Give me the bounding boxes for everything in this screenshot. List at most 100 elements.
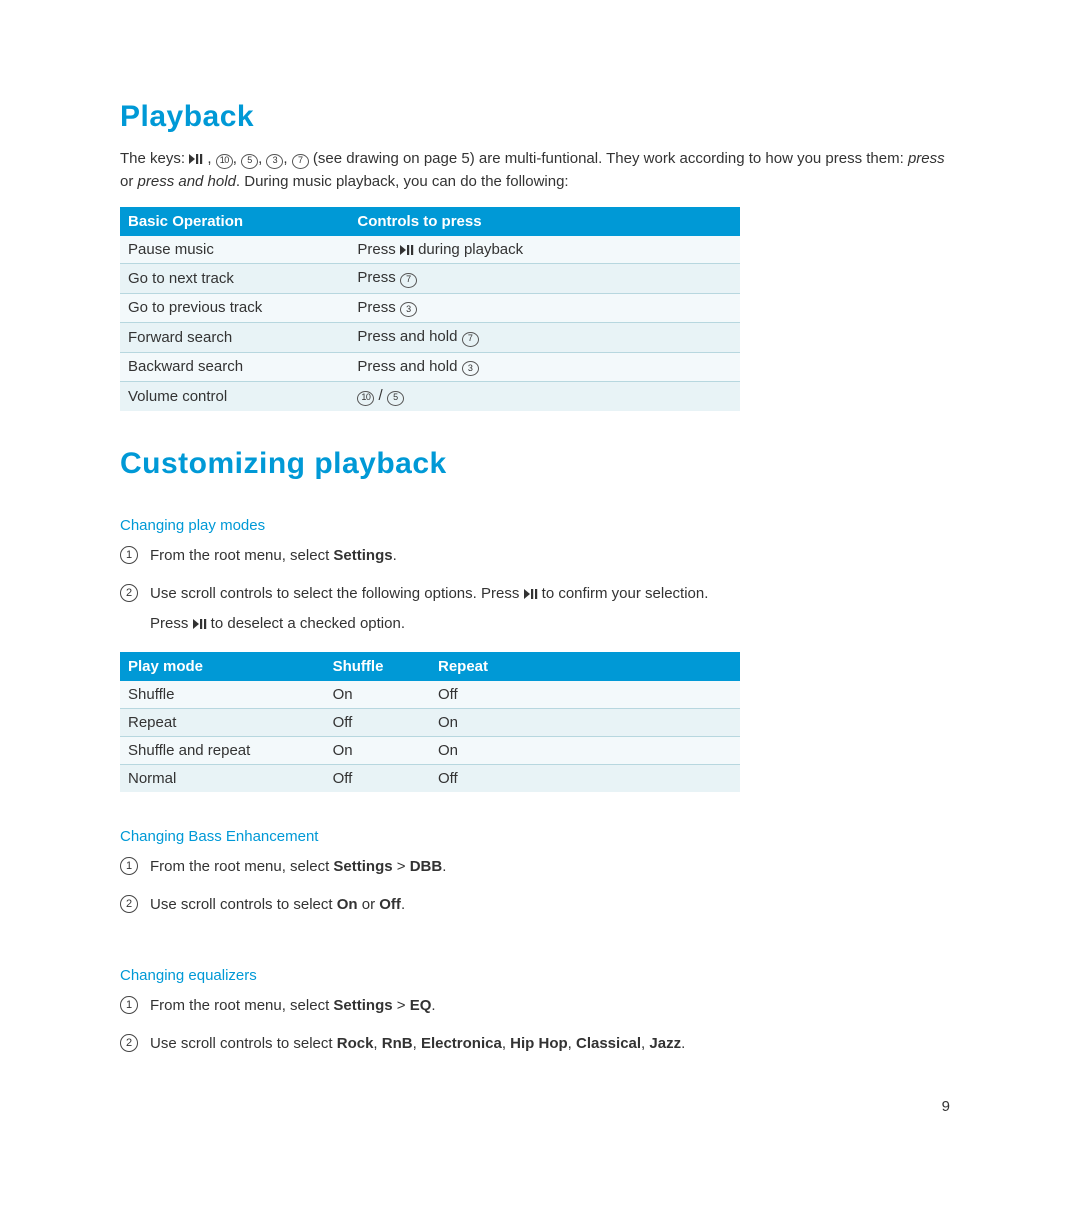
cell-controls: Press 7 bbox=[349, 264, 740, 294]
subheading-play-modes: Changing play modes bbox=[120, 517, 960, 534]
page-number: 9 bbox=[942, 1098, 950, 1115]
intro-text: . During music playback, you can do the … bbox=[236, 173, 569, 190]
cell-repeat: Off bbox=[430, 764, 740, 792]
step-item: From the root menu, select Settings > DB… bbox=[120, 855, 960, 893]
step-bold: On bbox=[337, 896, 358, 913]
step-bold: Off bbox=[379, 896, 401, 913]
steps-bass: From the root menu, select Settings > DB… bbox=[120, 855, 960, 931]
key-10-icon: 10 bbox=[357, 391, 374, 406]
key-3-icon: 3 bbox=[400, 302, 417, 317]
cell-mode: Normal bbox=[120, 764, 325, 792]
steps-eq: From the root menu, select Settings > EQ… bbox=[120, 994, 960, 1070]
manual-page: Playback The keys: , 10, 5, 3, 7 (see dr… bbox=[0, 0, 1080, 1205]
table-row: Forward searchPress and hold 7 bbox=[120, 323, 740, 353]
basic-operation-table: Basic Operation Controls to press Pause … bbox=[120, 207, 740, 411]
step-item: From the root menu, select Settings. bbox=[120, 544, 960, 582]
key-5-icon: 5 bbox=[387, 391, 404, 406]
play-mode-table: Play mode Shuffle Repeat ShuffleOnOffRep… bbox=[120, 652, 740, 792]
table-row: ShuffleOnOff bbox=[120, 681, 740, 709]
step-bold: EQ bbox=[410, 997, 432, 1014]
step-bold: Settings bbox=[333, 858, 392, 875]
key-7-icon: 7 bbox=[292, 154, 309, 169]
key-7-icon: 7 bbox=[462, 332, 479, 347]
step-bold: DBB bbox=[410, 858, 443, 875]
cell-controls: 10 / 5 bbox=[349, 382, 740, 411]
step-text: Use scroll controls to select the follow… bbox=[150, 585, 524, 602]
step-bold: Electronica bbox=[421, 1035, 502, 1052]
steps-play-modes: From the root menu, select Settings. Use… bbox=[120, 544, 960, 620]
intro-text: The keys: bbox=[120, 150, 189, 167]
cell-shuffle: Off bbox=[325, 764, 430, 792]
step-text: From the root menu, select bbox=[150, 997, 333, 1014]
cell-controls: Press and hold 3 bbox=[349, 352, 740, 382]
intro-paragraph: The keys: , 10, 5, 3, 7 (see drawing on … bbox=[120, 148, 960, 193]
cell-mode: Shuffle bbox=[120, 681, 325, 709]
step-text: Use scroll controls to select bbox=[150, 896, 337, 913]
key-3-icon: 3 bbox=[266, 154, 283, 169]
step-bold: Rock bbox=[337, 1035, 374, 1052]
play-pause-icon bbox=[524, 585, 538, 602]
play-pause-icon bbox=[400, 241, 414, 258]
table-header: Shuffle bbox=[325, 652, 430, 681]
step-text: . bbox=[393, 547, 397, 564]
table-row: NormalOffOff bbox=[120, 764, 740, 792]
cell-repeat: On bbox=[430, 708, 740, 736]
step-text: . bbox=[431, 997, 435, 1014]
subheading-bass: Changing Bass Enhancement bbox=[120, 828, 960, 845]
cell-controls: Press 3 bbox=[349, 293, 740, 323]
intro-italic: press and hold bbox=[138, 173, 236, 190]
cell-repeat: On bbox=[430, 736, 740, 764]
key-7-icon: 7 bbox=[400, 273, 417, 288]
subheading-eq: Changing equalizers bbox=[120, 967, 960, 984]
table-header: Play mode bbox=[120, 652, 325, 681]
step-text: , bbox=[502, 1035, 510, 1052]
intro-text: (see drawing on page 5) are multi-funtio… bbox=[313, 150, 908, 167]
cell-shuffle: On bbox=[325, 736, 430, 764]
step-bold: Hip Hop bbox=[510, 1035, 568, 1052]
step-bold: Classical bbox=[576, 1035, 641, 1052]
step-text: . bbox=[401, 896, 405, 913]
step-bold: Settings bbox=[333, 547, 392, 564]
key-10-icon: 10 bbox=[216, 154, 233, 169]
step-text: From the root menu, select bbox=[150, 547, 333, 564]
cell-operation: Forward search bbox=[120, 323, 349, 353]
intro-italic: press bbox=[908, 150, 945, 167]
step-text: . bbox=[681, 1035, 685, 1052]
step-text: Use scroll controls to select bbox=[150, 1035, 337, 1052]
cell-shuffle: Off bbox=[325, 708, 430, 736]
heading-playback: Playback bbox=[120, 100, 960, 134]
step-text: , bbox=[413, 1035, 421, 1052]
step-bold: Jazz bbox=[649, 1035, 681, 1052]
cell-operation: Volume control bbox=[120, 382, 349, 411]
step-text: > bbox=[393, 858, 410, 875]
cell-repeat: Off bbox=[430, 681, 740, 709]
step-text: or bbox=[358, 896, 380, 913]
step-item: Use scroll controls to select Rock, RnB,… bbox=[120, 1032, 960, 1070]
cell-controls: Press and hold 7 bbox=[349, 323, 740, 353]
step-item: Use scroll controls to select On or Off. bbox=[120, 893, 960, 931]
cell-mode: Repeat bbox=[120, 708, 325, 736]
table-row: Shuffle and repeatOnOn bbox=[120, 736, 740, 764]
cell-mode: Shuffle and repeat bbox=[120, 736, 325, 764]
step-item: Use scroll controls to select the follow… bbox=[120, 582, 960, 620]
table-header: Controls to press bbox=[349, 207, 740, 236]
table-header: Basic Operation bbox=[120, 207, 349, 236]
key-5-icon: 5 bbox=[241, 154, 258, 169]
table-row: Backward searchPress and hold 3 bbox=[120, 352, 740, 382]
step-text: From the root menu, select bbox=[150, 858, 333, 875]
table-row: Pause musicPress during playback bbox=[120, 236, 740, 264]
table-header: Repeat bbox=[430, 652, 740, 681]
table-row: RepeatOffOn bbox=[120, 708, 740, 736]
cell-shuffle: On bbox=[325, 681, 430, 709]
intro-text: or bbox=[120, 173, 138, 190]
key-3-icon: 3 bbox=[462, 361, 479, 376]
cell-operation: Go to next track bbox=[120, 264, 349, 294]
step-bold: Settings bbox=[333, 997, 392, 1014]
play-pause-icon bbox=[189, 150, 203, 167]
cell-operation: Pause music bbox=[120, 236, 349, 264]
step-text: . bbox=[442, 858, 446, 875]
cell-controls: Press during playback bbox=[349, 236, 740, 264]
cell-operation: Go to previous track bbox=[120, 293, 349, 323]
step-text: , bbox=[373, 1035, 381, 1052]
step-bold: RnB bbox=[382, 1035, 413, 1052]
